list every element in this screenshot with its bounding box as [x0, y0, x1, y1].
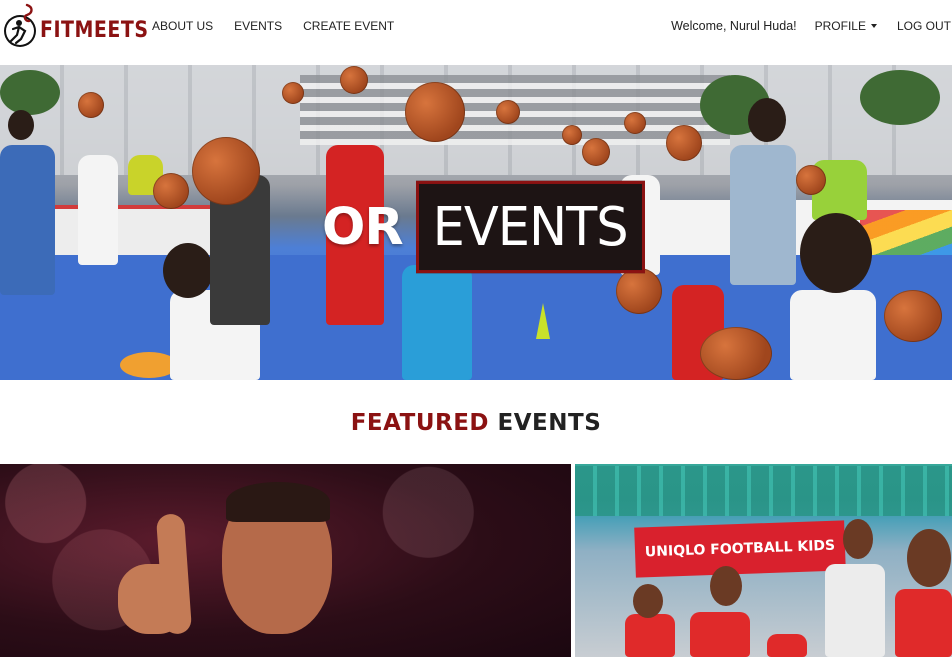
person-figure	[402, 265, 472, 380]
basketball	[616, 268, 662, 314]
brand-name: FITMEETS	[40, 17, 149, 43]
person-figure	[790, 290, 876, 380]
kid-figure	[767, 634, 807, 657]
hero-prefix-text: OR	[322, 197, 404, 257]
profile-dropdown[interactable]: PROFILE	[815, 19, 877, 33]
caret-down-icon	[870, 24, 877, 28]
hero-highlight-text: EVENTS	[415, 180, 645, 274]
featured-event-card-basketball[interactable]	[0, 464, 571, 657]
logout-link[interactable]: LOG OUT	[897, 19, 951, 33]
basketball	[282, 82, 304, 104]
person-head	[8, 110, 34, 140]
training-cone	[536, 303, 550, 339]
kid-head	[633, 584, 663, 618]
kid-figure	[895, 589, 952, 657]
kid-head	[710, 566, 742, 606]
hero-banner: OR EVENTS	[0, 65, 952, 380]
tree	[0, 70, 60, 115]
featured-title-part1: FEATURED	[350, 410, 490, 436]
person-figure	[730, 145, 796, 285]
basketball	[796, 165, 826, 195]
basketball	[153, 173, 189, 209]
person-head	[163, 243, 213, 298]
kid-head	[907, 529, 951, 587]
brand-logo-link[interactable]: FITMEETS	[3, 2, 149, 50]
nav-about-us[interactable]: ABOUT US	[152, 19, 213, 33]
basketball	[700, 327, 772, 380]
featured-title-part2: EVENTS	[497, 410, 602, 436]
welcome-message: Welcome, Nurul Huda!	[671, 19, 797, 33]
nav-events[interactable]: EVENTS	[234, 19, 282, 33]
nav-create-event[interactable]: CREATE EVENT	[303, 19, 394, 33]
featured-events-heading: FEATURED EVENTS	[0, 410, 952, 436]
basketball	[666, 125, 702, 161]
hero-headline: OR EVENTS	[322, 180, 645, 274]
coach-head	[843, 519, 873, 559]
person-figure	[78, 155, 118, 265]
fitmeets-logo-icon	[4, 3, 36, 47]
navbar: FITMEETS ABOUT US EVENTS CREATE EVENT We…	[0, 0, 952, 65]
basketball	[496, 100, 520, 124]
profile-label: PROFILE	[814, 19, 866, 33]
basketball	[884, 290, 942, 342]
person-head	[800, 213, 872, 293]
basketball	[562, 125, 582, 145]
basketball	[340, 66, 368, 94]
basketball	[582, 138, 610, 166]
stadium-seats	[575, 466, 952, 516]
kid-figure	[690, 612, 750, 657]
tree	[860, 70, 940, 125]
basketball	[624, 112, 646, 134]
featured-event-card-football[interactable]: UNIQLO FOOTBALL KIDS	[575, 464, 952, 657]
player-hair	[226, 482, 330, 522]
basketball	[192, 137, 260, 205]
coach-figure	[825, 564, 885, 657]
uniqlo-banner: UNIQLO FOOTBALL KIDS	[634, 520, 846, 578]
kid-figure	[625, 614, 675, 657]
basketball	[78, 92, 104, 118]
rainbow-banner	[860, 210, 952, 260]
nav-user-area: Welcome, Nurul Huda! PROFILE LOG OUT	[671, 19, 951, 33]
person-figure	[0, 145, 55, 295]
person-head	[748, 98, 786, 142]
nav-links: ABOUT US EVENTS CREATE EVENT	[152, 19, 394, 33]
basketball	[405, 82, 465, 142]
